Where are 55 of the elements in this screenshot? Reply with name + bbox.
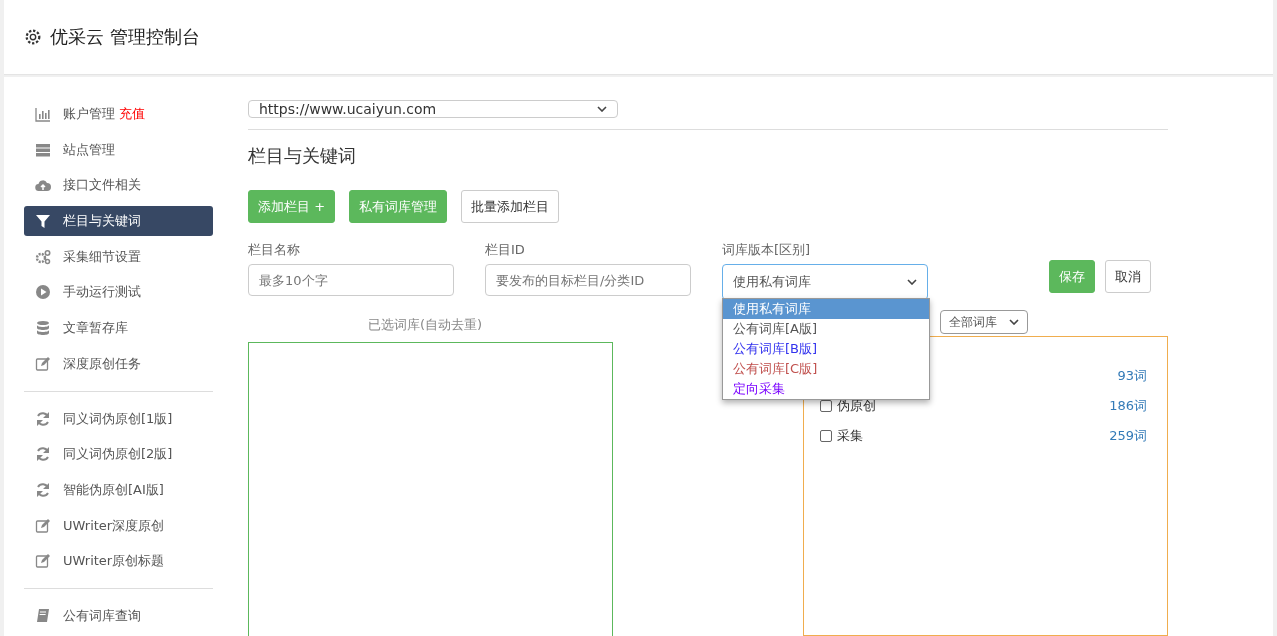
filter-icon	[35, 213, 51, 229]
input-field[interactable]: 要发布的目标栏目/分类ID	[485, 264, 691, 296]
book-icon	[35, 608, 51, 625]
sidebar-item[interactable]: 账户管理 充值	[24, 99, 213, 129]
sidebar-item[interactable]: 深度原创任务	[24, 349, 213, 379]
field-label: 栏目ID	[485, 241, 526, 259]
sidebar-item[interactable]: UWriter原创标题	[24, 546, 213, 577]
sidebar-item[interactable]: 采集细节设置	[24, 241, 213, 272]
chevron-icon	[907, 279, 917, 285]
dropdown-option[interactable]: 公有词库[A版]	[723, 319, 929, 339]
word-count: 186词	[1109, 397, 1147, 415]
refresh-icon	[35, 446, 51, 463]
sidebar-item[interactable]: 同义词伪原创[1版]	[24, 403, 213, 434]
sidebar-item[interactable]: 公有词库查询	[24, 601, 213, 632]
chevron-icon	[1009, 319, 1019, 325]
input-field[interactable]: 最多10个字	[248, 264, 454, 296]
sidebar-item[interactable]: 接口文件相关	[24, 170, 213, 201]
word-count: 259词	[1109, 427, 1147, 445]
field-label: 词库版本[区别]	[722, 241, 812, 259]
cloud-upload-icon	[35, 177, 51, 194]
panel-title: 已选词库(自动去重)	[367, 316, 484, 334]
library-name: 伪原创	[837, 397, 877, 415]
play-icon	[35, 284, 51, 301]
checkbox[interactable]	[820, 430, 832, 442]
button[interactable]: 批量添加栏目	[461, 190, 560, 223]
section-title: 栏目与关键词	[248, 144, 357, 168]
database-icon	[35, 320, 51, 337]
edit-icon	[35, 517, 51, 534]
word-count: 93词	[1117, 367, 1147, 385]
edit-icon	[35, 553, 51, 570]
chevron-icon	[597, 106, 607, 112]
sidebar-item[interactable]: 文章暂存库	[24, 313, 213, 344]
edit-icon	[35, 355, 51, 372]
gears-icon	[35, 248, 51, 265]
cancel-button[interactable]: 取消	[1105, 260, 1151, 293]
refresh-icon	[35, 410, 51, 427]
dropdown-option[interactable]: 定向采集	[723, 379, 929, 399]
sidebar-item[interactable]: UWriter深度原创	[24, 510, 213, 541]
app-title: 优采云 管理控制台	[50, 25, 200, 49]
field-label: 栏目名称	[248, 241, 301, 259]
library-name: 采集	[837, 427, 864, 445]
dropdown-option[interactable]: 公有词库[B版]	[723, 339, 929, 359]
bar-chart-icon	[35, 105, 51, 122]
dropdown-option[interactable]: 公有词库[C版]	[723, 359, 929, 379]
sidebar-item[interactable]: 栏目与关键词	[24, 206, 213, 236]
filter-select[interactable]: 全部词库	[940, 310, 1028, 334]
refresh-icon	[35, 482, 51, 499]
sidebar-item[interactable]: 手动运行测试	[24, 277, 213, 308]
sidebar-item[interactable]: 智能伪原创[AI版]	[24, 475, 213, 505]
server-icon	[35, 141, 51, 158]
sidebar-item[interactable]: 站点管理	[24, 134, 213, 165]
sidebar-item[interactable]: 同义词伪原创[2版]	[24, 439, 213, 470]
checkbox[interactable]	[820, 400, 832, 412]
settings-icon	[24, 28, 42, 46]
site-select[interactable]: https://www.ucaiyun.com	[248, 100, 618, 118]
